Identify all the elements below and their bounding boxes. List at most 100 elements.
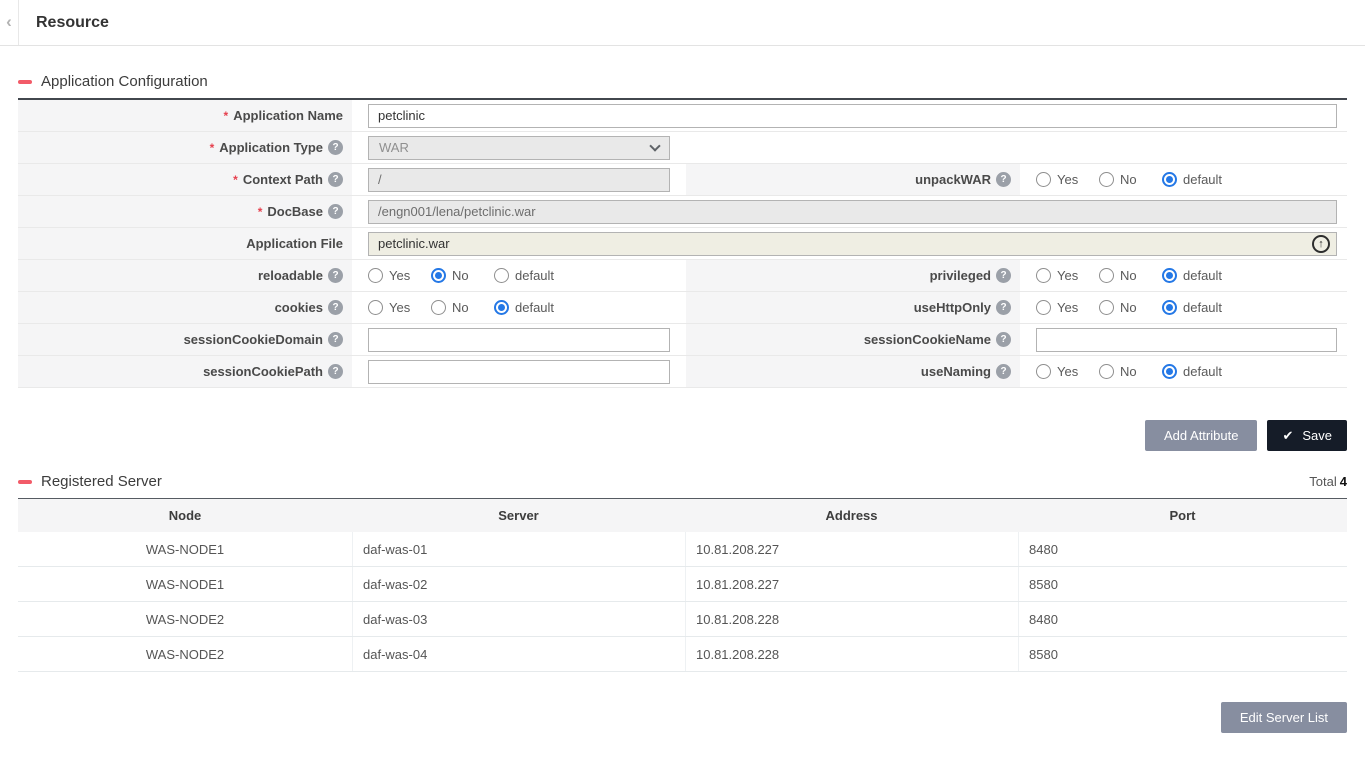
radio-icon[interactable] — [1099, 172, 1114, 187]
radio-icon[interactable] — [431, 268, 446, 283]
application-name-input[interactable] — [368, 104, 1337, 128]
radio-option-default[interactable]: default — [1162, 172, 1222, 187]
radio-option-no[interactable]: No — [1099, 300, 1162, 315]
form-row-application-type: * Application Type ? WAR — [18, 132, 1347, 164]
form-row-reloadable: reloadable ? Yes No — [18, 260, 1347, 292]
radio-icon[interactable] — [431, 300, 446, 315]
radio-option-no[interactable]: No — [1099, 268, 1162, 283]
table-row: WAS-NODE1 daf-was-02 10.81.208.227 8580 — [18, 567, 1347, 602]
radio-icon[interactable] — [1036, 364, 1051, 379]
table-row: WAS-NODE1 daf-was-01 10.81.208.227 8480 — [18, 532, 1347, 567]
radio-option-default[interactable]: default — [494, 268, 554, 283]
radio-icon[interactable] — [368, 268, 383, 283]
radio-icon[interactable] — [494, 268, 509, 283]
help-icon[interactable]: ? — [328, 140, 343, 155]
application-type-select: WAR — [368, 136, 670, 160]
form-actions: Add Attribute ✔ Save — [18, 420, 1347, 451]
help-icon[interactable]: ? — [996, 364, 1011, 379]
help-icon[interactable]: ? — [328, 300, 343, 315]
radio-icon[interactable] — [1162, 172, 1177, 187]
radio-icon[interactable] — [1162, 300, 1177, 315]
field-label-context-path: * Context Path ? — [18, 164, 352, 195]
help-icon[interactable]: ? — [328, 268, 343, 283]
radio-option-yes[interactable]: Yes — [1036, 300, 1099, 315]
help-icon[interactable]: ? — [328, 172, 343, 187]
context-path-input — [368, 168, 670, 192]
application-file-input — [368, 232, 1337, 256]
label-text: privileged — [930, 268, 991, 283]
radio-option-yes[interactable]: Yes — [368, 300, 431, 315]
cell-server: daf-was-01 — [352, 532, 685, 566]
radio-option-default[interactable]: default — [1162, 268, 1222, 283]
help-icon[interactable]: ? — [328, 364, 343, 379]
label-text: reloadable — [258, 268, 323, 283]
help-icon[interactable]: ? — [996, 300, 1011, 315]
save-button-label: Save — [1302, 428, 1332, 443]
radio-option-yes[interactable]: Yes — [1036, 172, 1099, 187]
required-asterisk: * — [224, 109, 229, 123]
radio-option-no[interactable]: No — [1099, 364, 1162, 379]
field-sessioncookiepath — [352, 356, 686, 387]
radio-option-yes[interactable]: Yes — [1036, 364, 1099, 379]
cell-address: 10.81.208.227 — [685, 532, 1018, 566]
total-value: 4 — [1340, 474, 1347, 489]
table-row: WAS-NODE2 daf-was-04 10.81.208.228 8580 — [18, 637, 1347, 672]
cell-server: daf-was-02 — [352, 567, 685, 601]
back-button[interactable]: ‹ — [0, 0, 19, 45]
form-row-docbase: * DocBase ? — [18, 196, 1347, 228]
sessioncookiename-input[interactable] — [1036, 328, 1337, 352]
field-unpackwar: Yes No default — [1020, 164, 1347, 195]
cell-server: daf-was-04 — [352, 637, 685, 671]
page-title: Resource — [36, 14, 109, 32]
form-row-sessioncookiedomain: sessionCookieDomain ? sessionCookieName … — [18, 324, 1347, 356]
label-text: sessionCookieName — [864, 332, 991, 347]
radio-icon[interactable] — [494, 300, 509, 315]
server-actions: Edit Server List — [18, 702, 1347, 733]
total-count: Total4 — [1309, 474, 1347, 489]
radio-option-default[interactable]: default — [1162, 364, 1222, 379]
help-icon[interactable]: ? — [996, 268, 1011, 283]
help-icon[interactable]: ? — [328, 204, 343, 219]
radio-icon[interactable] — [1036, 300, 1051, 315]
edit-server-list-button[interactable]: Edit Server List — [1221, 702, 1347, 733]
unpackwar-radio-group: Yes No default — [1036, 172, 1222, 187]
help-icon[interactable]: ? — [328, 332, 343, 347]
help-icon[interactable]: ? — [996, 172, 1011, 187]
radio-option-no[interactable]: No — [1099, 172, 1162, 187]
radio-icon[interactable] — [1099, 268, 1114, 283]
field-label-usehttponly: useHttpOnly ? — [686, 292, 1020, 323]
save-button[interactable]: ✔ Save — [1267, 420, 1347, 451]
add-attribute-button[interactable]: Add Attribute — [1145, 420, 1257, 451]
radio-icon[interactable] — [1036, 268, 1051, 283]
radio-option-no[interactable]: No — [431, 268, 494, 283]
sessioncookiedomain-input[interactable] — [368, 328, 670, 352]
sessioncookiepath-input[interactable] — [368, 360, 670, 384]
cell-address: 10.81.208.228 — [685, 637, 1018, 671]
radio-option-default[interactable]: default — [494, 300, 554, 315]
radio-icon[interactable] — [1099, 300, 1114, 315]
radio-option-no[interactable]: No — [431, 300, 494, 315]
field-label-application-file: Application File — [18, 228, 352, 259]
radio-icon[interactable] — [1036, 172, 1051, 187]
upload-icon[interactable]: ↑ — [1312, 235, 1330, 253]
required-asterisk: * — [210, 141, 215, 155]
field-label-docbase: * DocBase ? — [18, 196, 352, 227]
radio-option-yes[interactable]: Yes — [368, 268, 431, 283]
help-icon[interactable]: ? — [996, 332, 1011, 347]
app-config-title: Application Configuration — [41, 73, 208, 90]
radio-icon[interactable] — [1162, 364, 1177, 379]
radio-option-yes[interactable]: Yes — [1036, 268, 1099, 283]
radio-icon[interactable] — [1162, 268, 1177, 283]
radio-icon[interactable] — [1099, 364, 1114, 379]
radio-label: No — [1120, 364, 1137, 379]
label-text: Application Name — [233, 108, 343, 123]
field-application-name — [352, 100, 1347, 131]
radio-option-default[interactable]: default — [1162, 300, 1222, 315]
radio-label: No — [1120, 172, 1137, 187]
cell-port: 8480 — [1018, 532, 1347, 566]
form-row-sessioncookiepath: sessionCookiePath ? useNaming ? Yes — [18, 356, 1347, 388]
radio-icon[interactable] — [368, 300, 383, 315]
radio-label: default — [1183, 364, 1222, 379]
field-label-unpackwar: unpackWAR ? — [686, 164, 1020, 195]
cell-node: WAS-NODE1 — [18, 532, 352, 566]
